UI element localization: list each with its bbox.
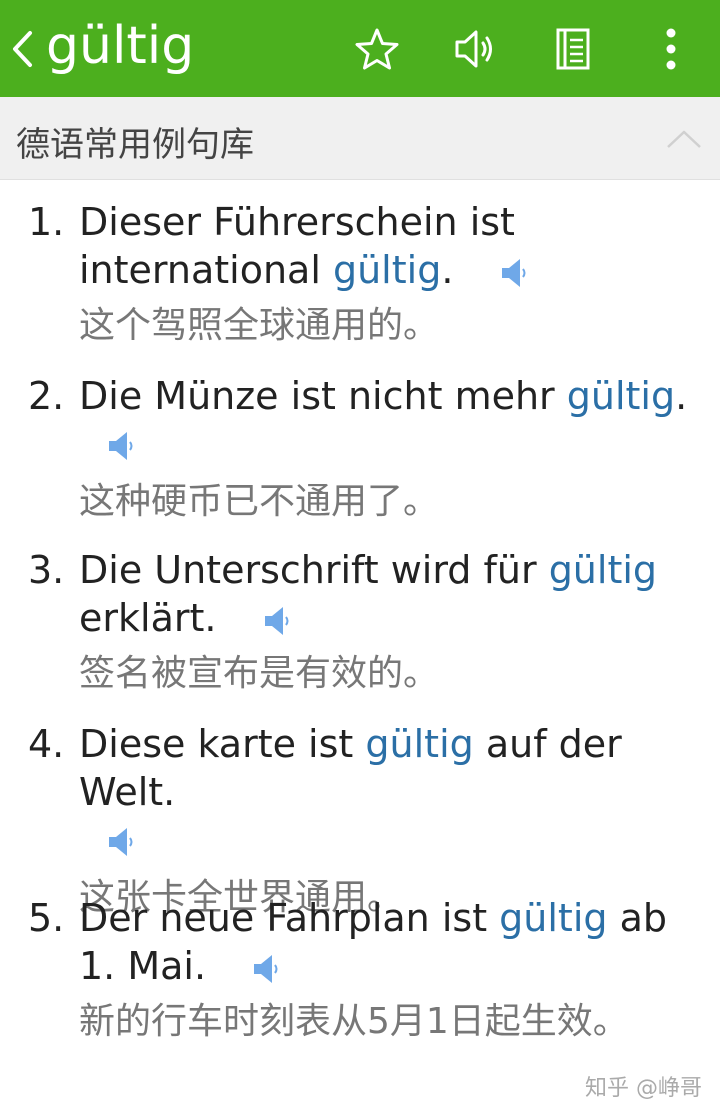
favorite-button[interactable] <box>328 0 426 97</box>
example-text: Der neue Fahrplan ist <box>79 896 500 940</box>
play-audio-icon[interactable] <box>252 953 280 985</box>
example-item: 1. Dieser Führerschein ist international… <box>0 198 720 354</box>
keyword-highlight[interactable]: gültig <box>333 248 441 292</box>
keyword-highlight[interactable]: gültig <box>365 722 473 766</box>
example-number: 1. <box>28 200 65 244</box>
example-item: 5. Der neue Fahrplan ist gültig ab 1. Ma… <box>0 894 720 1050</box>
example-german: Die Münze ist nicht mehr gültig. <box>79 372 702 420</box>
wordbook-button[interactable] <box>524 0 622 97</box>
example-german: Der neue Fahrplan ist gültig ab 1. Mai. <box>79 894 669 990</box>
keyword-highlight[interactable]: gültig <box>549 548 657 592</box>
back-chevron-icon <box>13 30 32 67</box>
example-translation: 这种硬币已不通用了。 <box>79 481 440 522</box>
play-audio-icon[interactable] <box>263 605 291 637</box>
example-item: 2. Die Münze ist nicht mehr gültig. 这种硬币… <box>0 372 720 530</box>
keyword-highlight[interactable]: gültig <box>567 374 675 418</box>
example-number: 4. <box>28 722 65 766</box>
star-icon <box>355 28 399 69</box>
more-vert-icon <box>666 28 676 69</box>
example-number: 5. <box>28 896 65 940</box>
example-text-end: . <box>441 248 454 292</box>
example-number: 2. <box>28 374 65 418</box>
chevron-up-icon[interactable] <box>664 119 704 159</box>
example-german: Diese karte ist gültig auf der Welt. <box>79 720 702 816</box>
pronounce-button[interactable] <box>426 0 524 97</box>
section-title: 德语常用例句库 <box>16 125 254 165</box>
speaker-icon <box>455 30 492 67</box>
audio-row <box>79 420 702 470</box>
example-german: Die Unterschrift wird für gültig erklärt… <box>79 546 702 642</box>
app-bar: gültig <box>0 0 720 97</box>
example-text-end: . <box>675 374 688 418</box>
example-text: Die Unterschrift wird für <box>79 548 549 592</box>
example-item: 3. Die Unterschrift wird für gültig erkl… <box>0 546 720 702</box>
example-translation: 签名被宣布是有效的。 <box>79 653 440 694</box>
example-number: 3. <box>28 548 65 592</box>
audio-row <box>79 816 702 866</box>
example-translation: 新的行车时刻表从5月1日起生效。 <box>79 1001 629 1042</box>
keyword-highlight[interactable]: gültig <box>499 896 607 940</box>
example-translation: 这个驾照全球通用的。 <box>79 305 440 346</box>
example-text: Die Münze ist nicht mehr <box>79 374 567 418</box>
play-audio-icon[interactable] <box>107 826 135 858</box>
play-audio-icon[interactable] <box>500 257 528 289</box>
back-button[interactable] <box>0 0 46 97</box>
example-german: Dieser Führerschein ist international gü… <box>79 198 702 294</box>
play-audio-icon[interactable] <box>107 430 135 462</box>
word-title: gültig <box>46 15 195 76</box>
notebook-icon <box>556 28 590 69</box>
watermark: 知乎 @峥哥 <box>585 1076 702 1101</box>
example-text: Diese karte ist <box>79 722 366 766</box>
example-text-end: erklärt. <box>79 596 217 640</box>
more-options-button[interactable] <box>622 0 720 97</box>
section-header[interactable]: 德语常用例句库 <box>0 97 720 180</box>
